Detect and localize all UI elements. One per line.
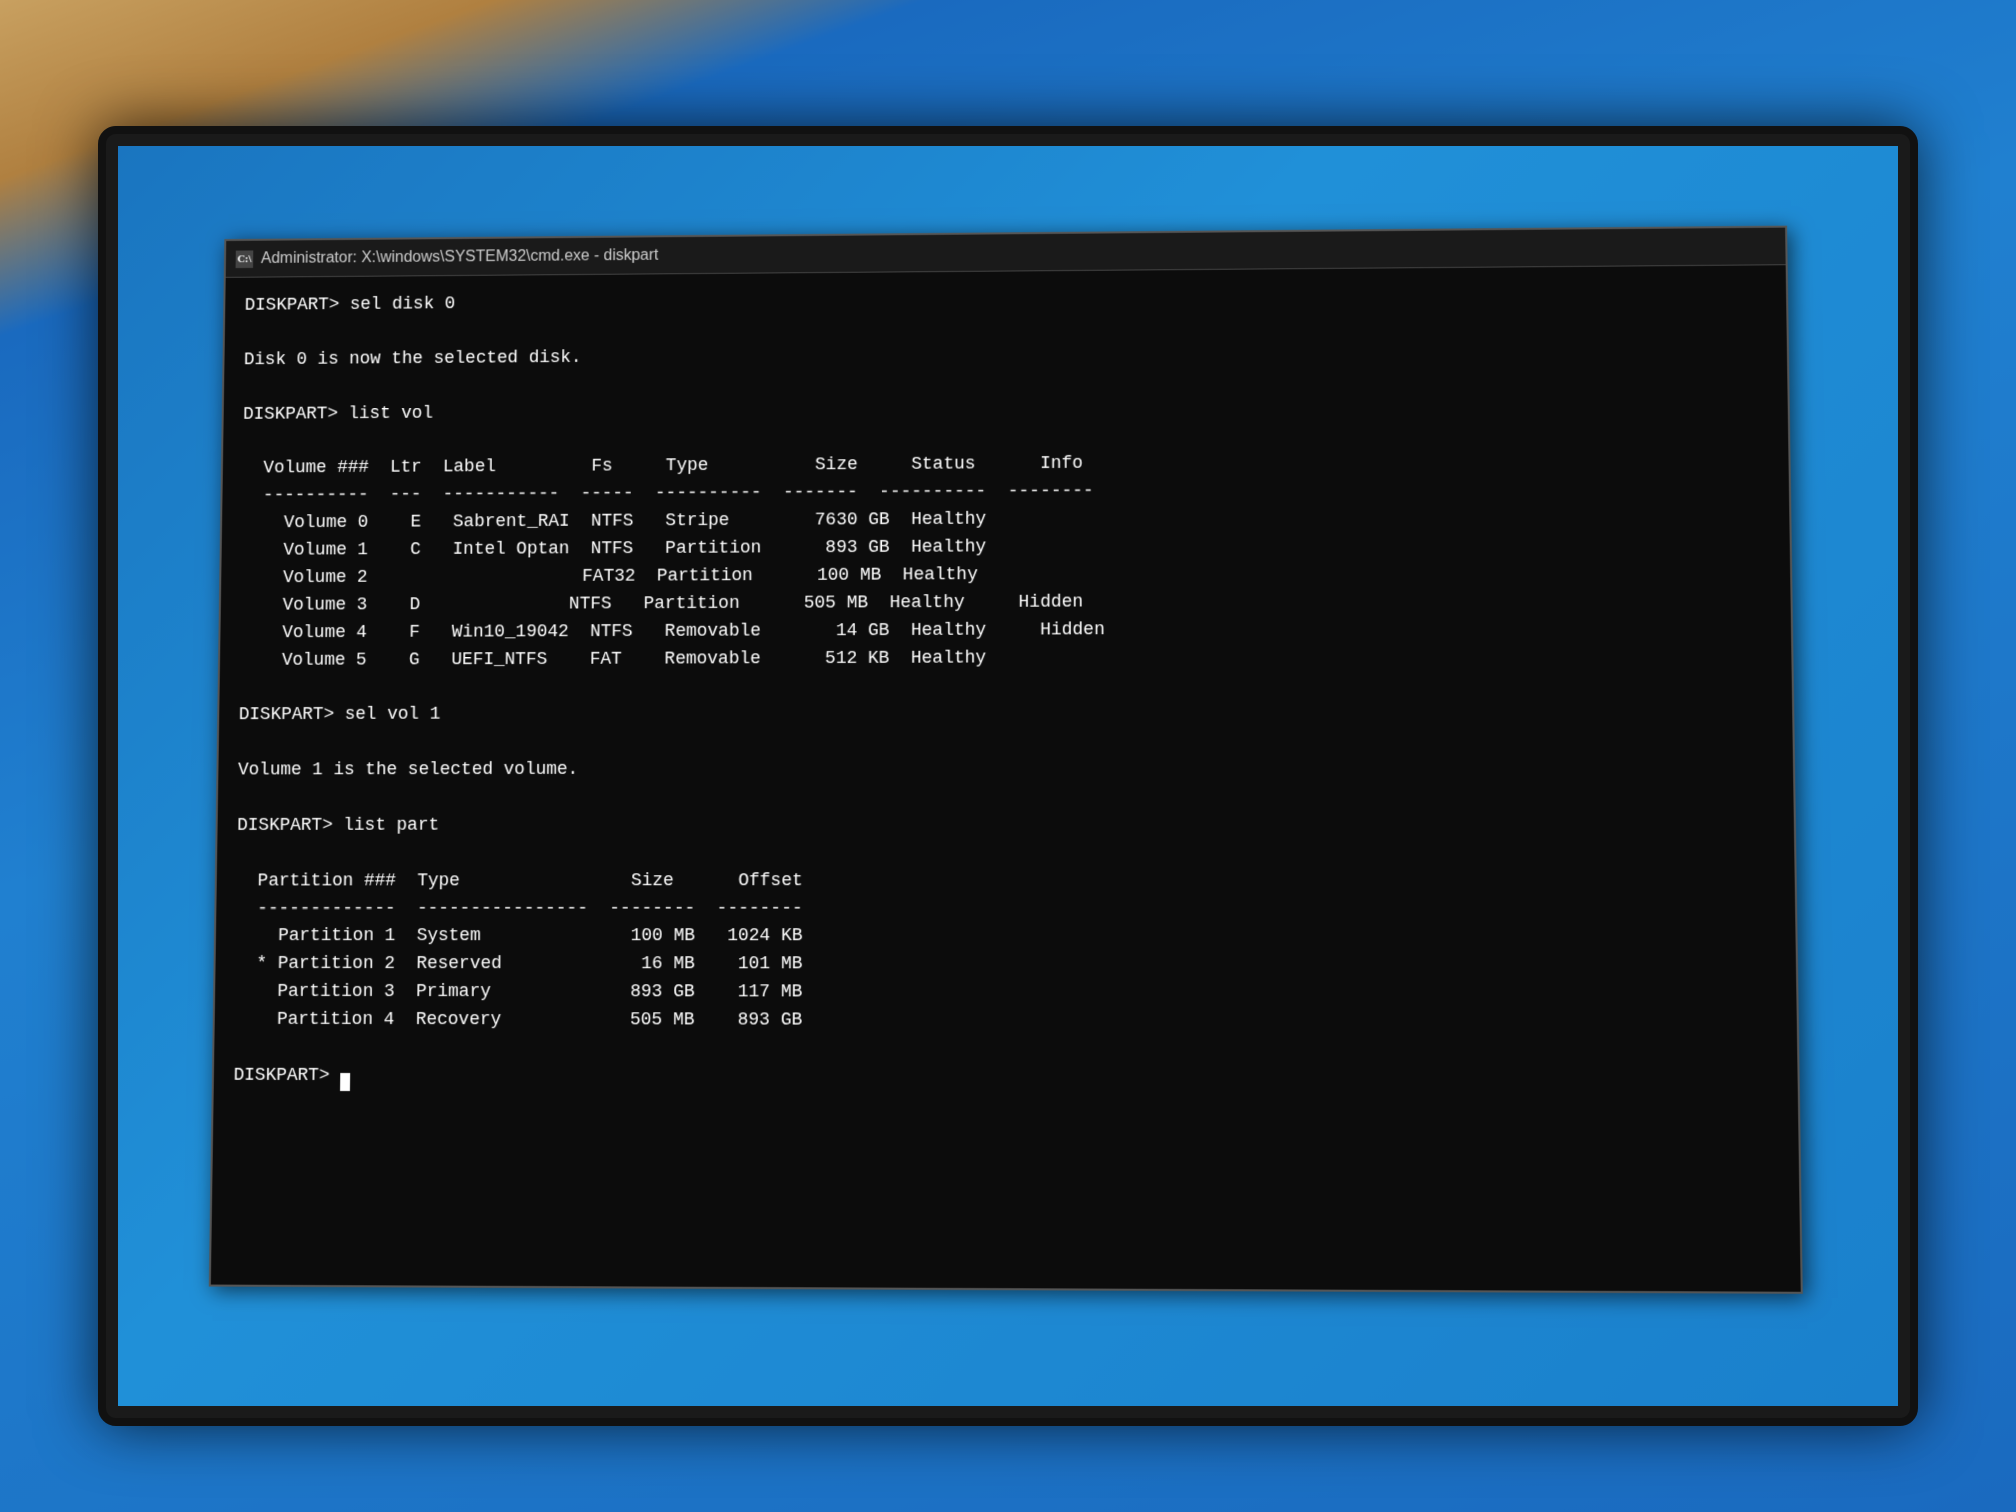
vol-row-2: Volume 2 FAT32 Partition 100 MB Healthy bbox=[262, 565, 978, 588]
cursor bbox=[340, 1073, 350, 1091]
screen-inner: C:\ Administrator: X:\windows\SYSTEM32\c… bbox=[118, 146, 1898, 1406]
window-title: Administrator: X:\windows\SYSTEM32\cmd.e… bbox=[261, 247, 659, 268]
part-separator: ------------- ---------------- -------- … bbox=[257, 899, 803, 919]
screen: C:\ Administrator: X:\windows\SYSTEM32\c… bbox=[118, 146, 1898, 1406]
cmd-line-vol-selected: Volume 1 is the selected volume. bbox=[238, 760, 578, 780]
final-prompt: DISKPART> bbox=[233, 1066, 350, 1086]
part-header: Partition ### Type Size Offset bbox=[258, 871, 803, 891]
cmd-icon: C:\ bbox=[236, 250, 254, 268]
vol-row-4: Volume 4 F Win10_19042 NTFS Removable 14… bbox=[261, 620, 1105, 643]
part-row-3: Partition 3 Primary 893 GB 117 MB bbox=[256, 982, 802, 1002]
vol-row-1: Volume 1 C Intel Optan NTFS Partition 89… bbox=[262, 538, 986, 561]
vol-header: Volume ### Ltr Label Fs Type Size Status… bbox=[263, 454, 1083, 478]
terminal-content: DISKPART> sel disk 0 Disk 0 is now the s… bbox=[213, 265, 1798, 1110]
cmd-window[interactable]: C:\ Administrator: X:\windows\SYSTEM32\c… bbox=[209, 226, 1803, 1294]
cmd-line-list-part: DISKPART> list part bbox=[237, 816, 439, 836]
vol-separator: ---------- --- ----------- ----- -------… bbox=[263, 482, 1094, 506]
vol-row-5: Volume 5 G UEFI_NTFS FAT Removable 512 K… bbox=[261, 648, 987, 670]
part-row-1: Partition 1 System 100 MB 1024 KB bbox=[257, 927, 803, 947]
part-row-2: * Partition 2 Reserved 16 MB 101 MB bbox=[256, 954, 802, 974]
vol-row-0: Volume 0 E Sabrent_RAI NTFS Stripe 7630 … bbox=[263, 510, 987, 533]
monitor-bezel: C:\ Administrator: X:\windows\SYSTEM32\c… bbox=[98, 126, 1918, 1426]
cmd-line-list-vol: DISKPART> list vol bbox=[243, 403, 433, 424]
vol-row-3: Volume 3 D NTFS Partition 505 MB Healthy… bbox=[261, 592, 1083, 615]
cmd-line-sel-vol: DISKPART> sel vol 1 bbox=[239, 705, 441, 725]
cmd-line-disk-selected: Disk 0 is now the selected disk. bbox=[244, 348, 582, 370]
cmd-line-sel-disk: DISKPART> sel disk 0 bbox=[245, 294, 456, 315]
part-row-4: Partition 4 Recovery 505 MB 893 GB bbox=[256, 1010, 803, 1031]
